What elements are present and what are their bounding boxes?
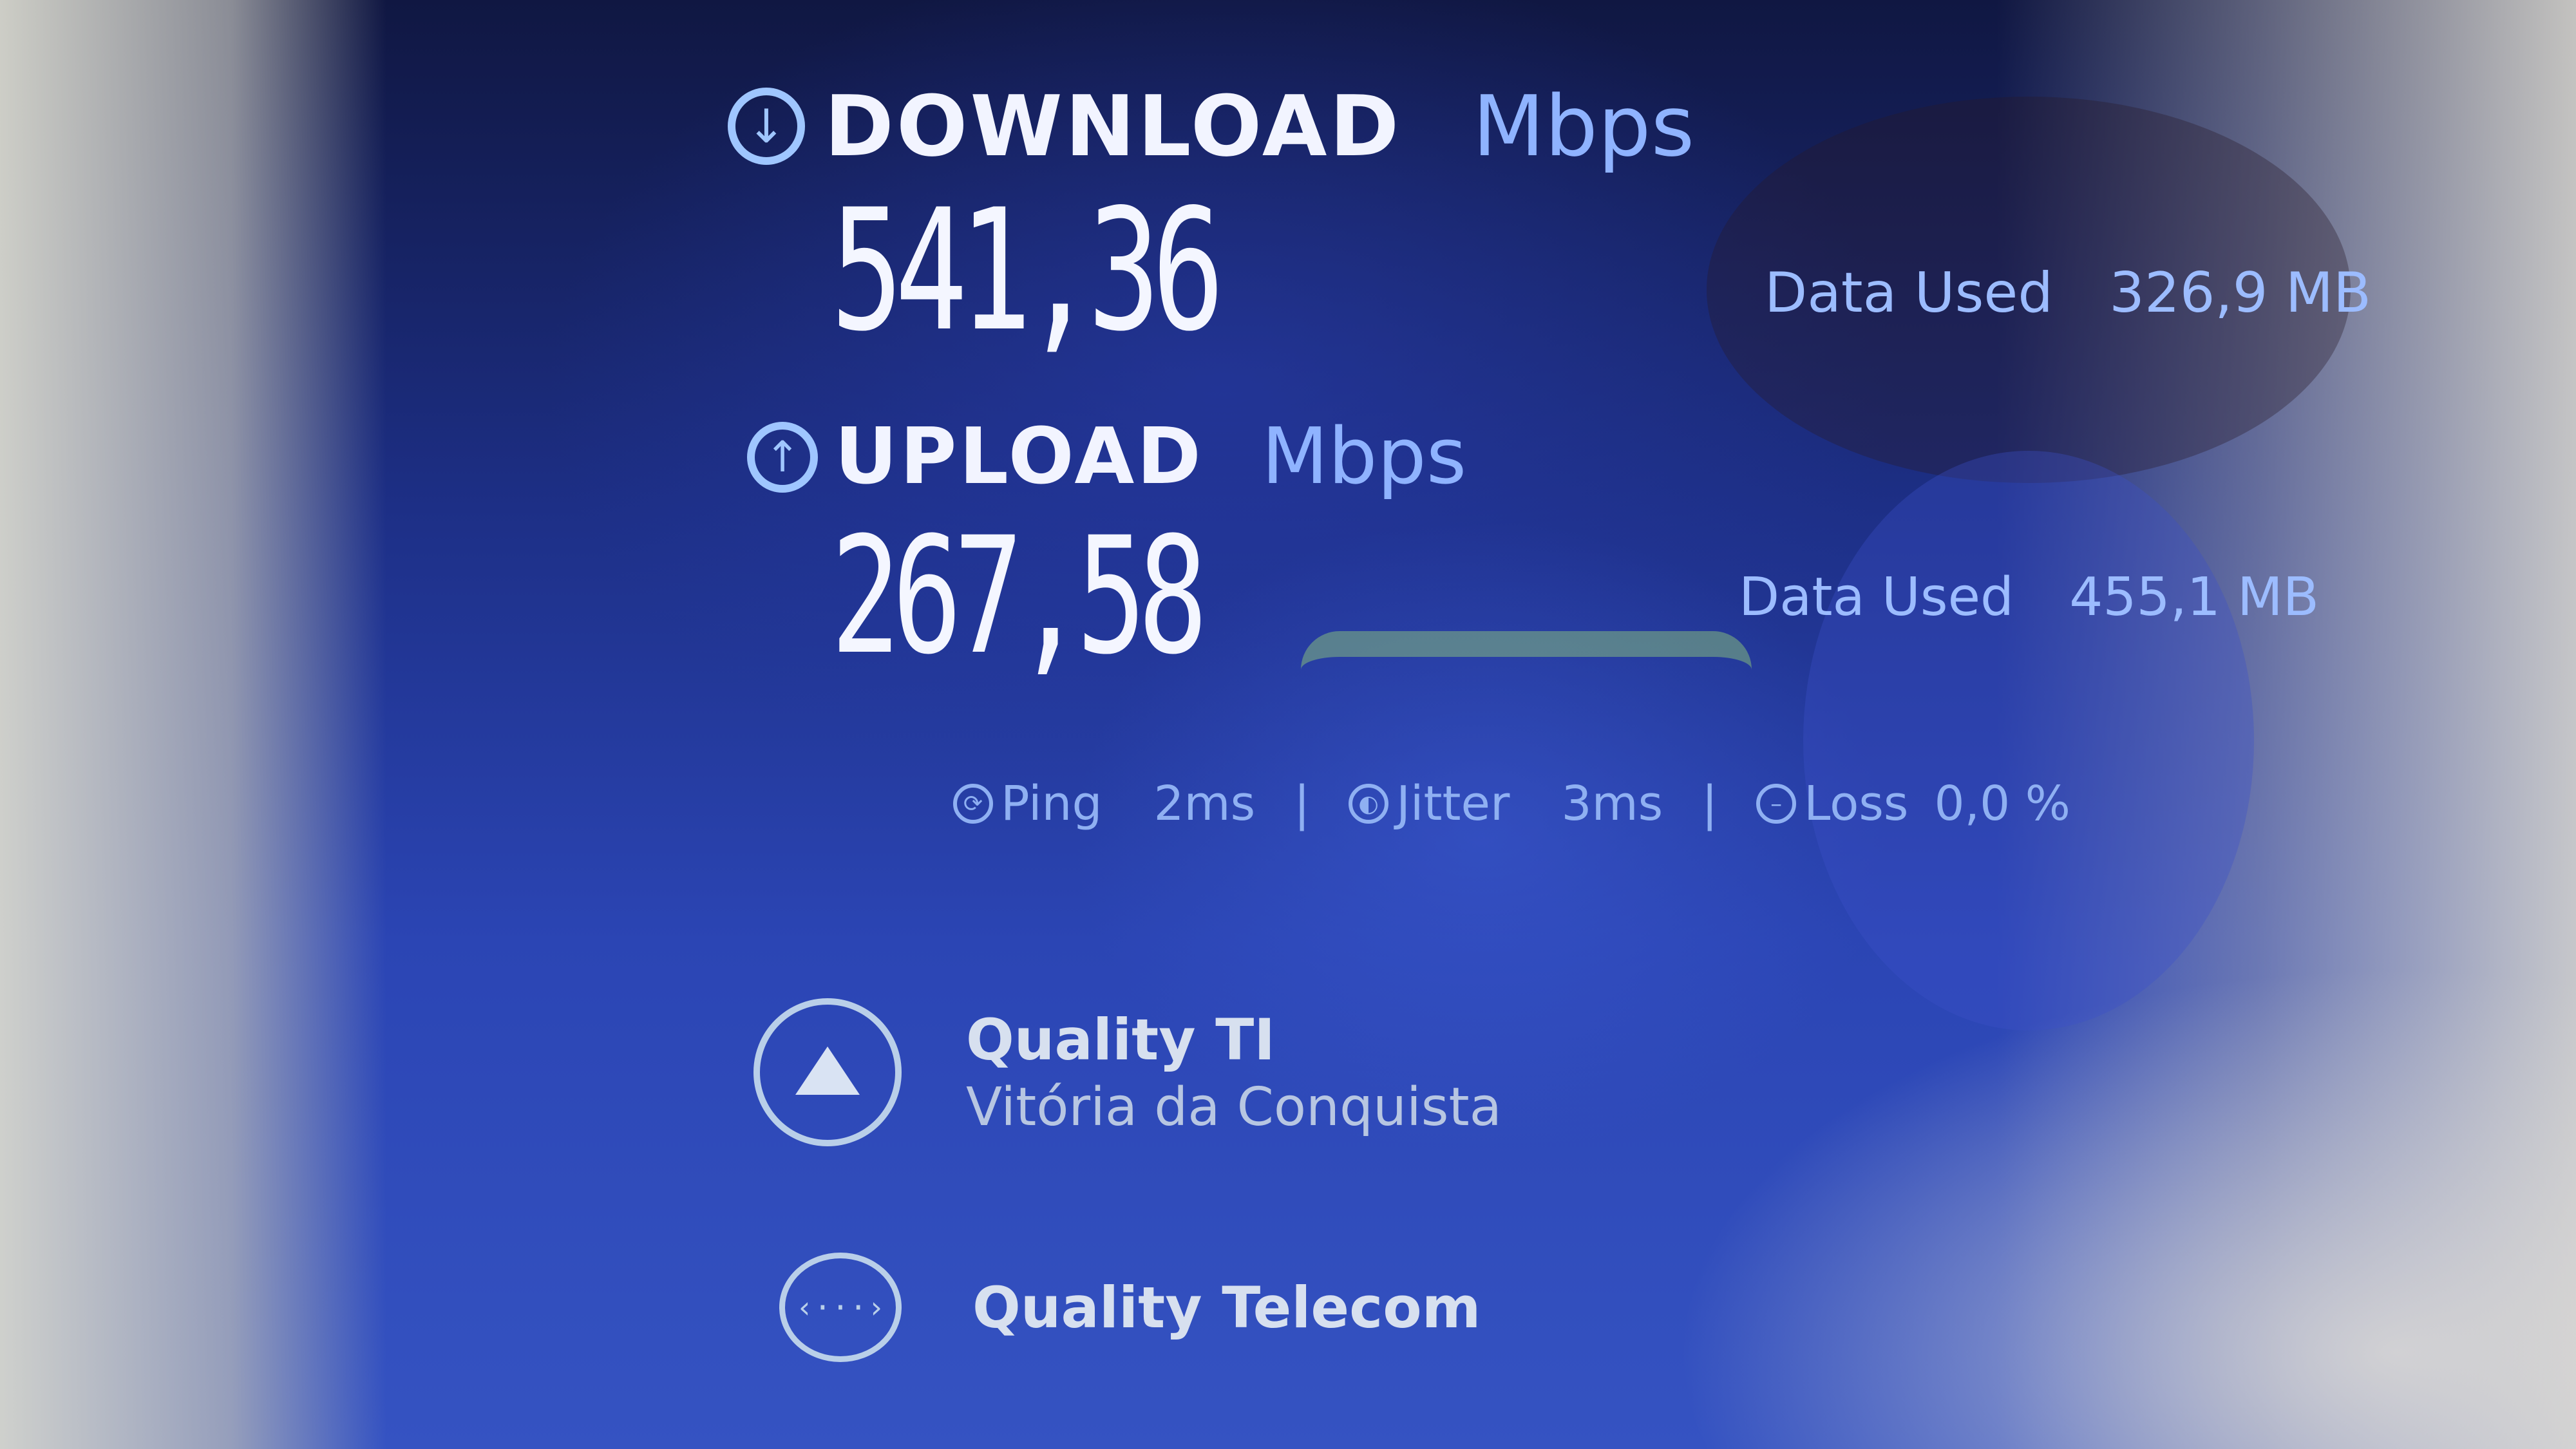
upload-label: UPLOAD — [835, 412, 1204, 502]
download-unit: Mbps — [1472, 77, 1695, 175]
upload-unit: Mbps — [1261, 412, 1467, 502]
server-name: Quality TI — [966, 1007, 1276, 1073]
ping-icon: ⟳ — [953, 784, 993, 824]
provider-name: Quality Telecom — [972, 1274, 1481, 1341]
dots-glyph: ‹···› — [795, 1290, 886, 1325]
phone-reflection — [1803, 451, 2254, 1030]
jitter-label: Jitter — [1396, 776, 1510, 831]
jitter-icon: ◐ — [1349, 784, 1389, 824]
upload-data-used: Data Used 455,1 MB — [1739, 567, 2319, 628]
upload-value: 267,58 — [831, 502, 1208, 690]
latency-stats: ⟳ Ping 2ms | ◐ Jitter 3ms | – Loss 0,0 % — [953, 776, 2070, 831]
upload-data-used-label: Data Used — [1739, 567, 2014, 628]
stats-separator: | — [1294, 776, 1311, 831]
arrow-down-circle-icon: ↓ — [728, 88, 805, 165]
provider-selector[interactable]: ‹···› Quality Telecom — [779, 1253, 1481, 1362]
download-value: 541,36 — [831, 174, 1224, 368]
server-selector[interactable]: Quality TI Vitória da Conquista — [753, 998, 1502, 1146]
stats-separator: | — [1701, 776, 1718, 831]
upload-data-used-value: 455,1 MB — [2069, 567, 2320, 628]
download-data-used-value: 326,9 MB — [2109, 261, 2372, 325]
download-data-used-label: Data Used — [1765, 261, 2053, 325]
download-label: DOWNLOAD — [824, 77, 1402, 175]
download-data-used: Data Used 326,9 MB — [1765, 261, 2371, 325]
loss-value: 0,0 % — [1934, 776, 2070, 831]
ping-value: 2ms — [1153, 776, 1256, 831]
jitter-value: 3ms — [1561, 776, 1663, 831]
triangle-icon — [795, 1046, 860, 1095]
connection-dots-icon: ‹···› — [779, 1253, 902, 1362]
cable-reflection — [1301, 631, 1752, 747]
loss-icon: – — [1756, 784, 1797, 824]
arrow-up-circle-icon: ↑ — [747, 421, 818, 493]
server-triangle-icon — [753, 998, 902, 1146]
server-info: Quality TI Vitória da Conquista — [966, 1007, 1502, 1138]
screen-glare-bottom — [1674, 966, 2576, 1449]
screen-glare-left — [0, 0, 386, 1449]
server-city: Vitória da Conquista — [966, 1077, 1502, 1138]
download-header: ↓ DOWNLOAD Mbps — [728, 77, 1694, 175]
loss-label: Loss — [1804, 776, 1909, 831]
upload-header: ↑ UPLOAD Mbps — [747, 412, 1466, 502]
ping-label: Ping — [1001, 776, 1103, 831]
